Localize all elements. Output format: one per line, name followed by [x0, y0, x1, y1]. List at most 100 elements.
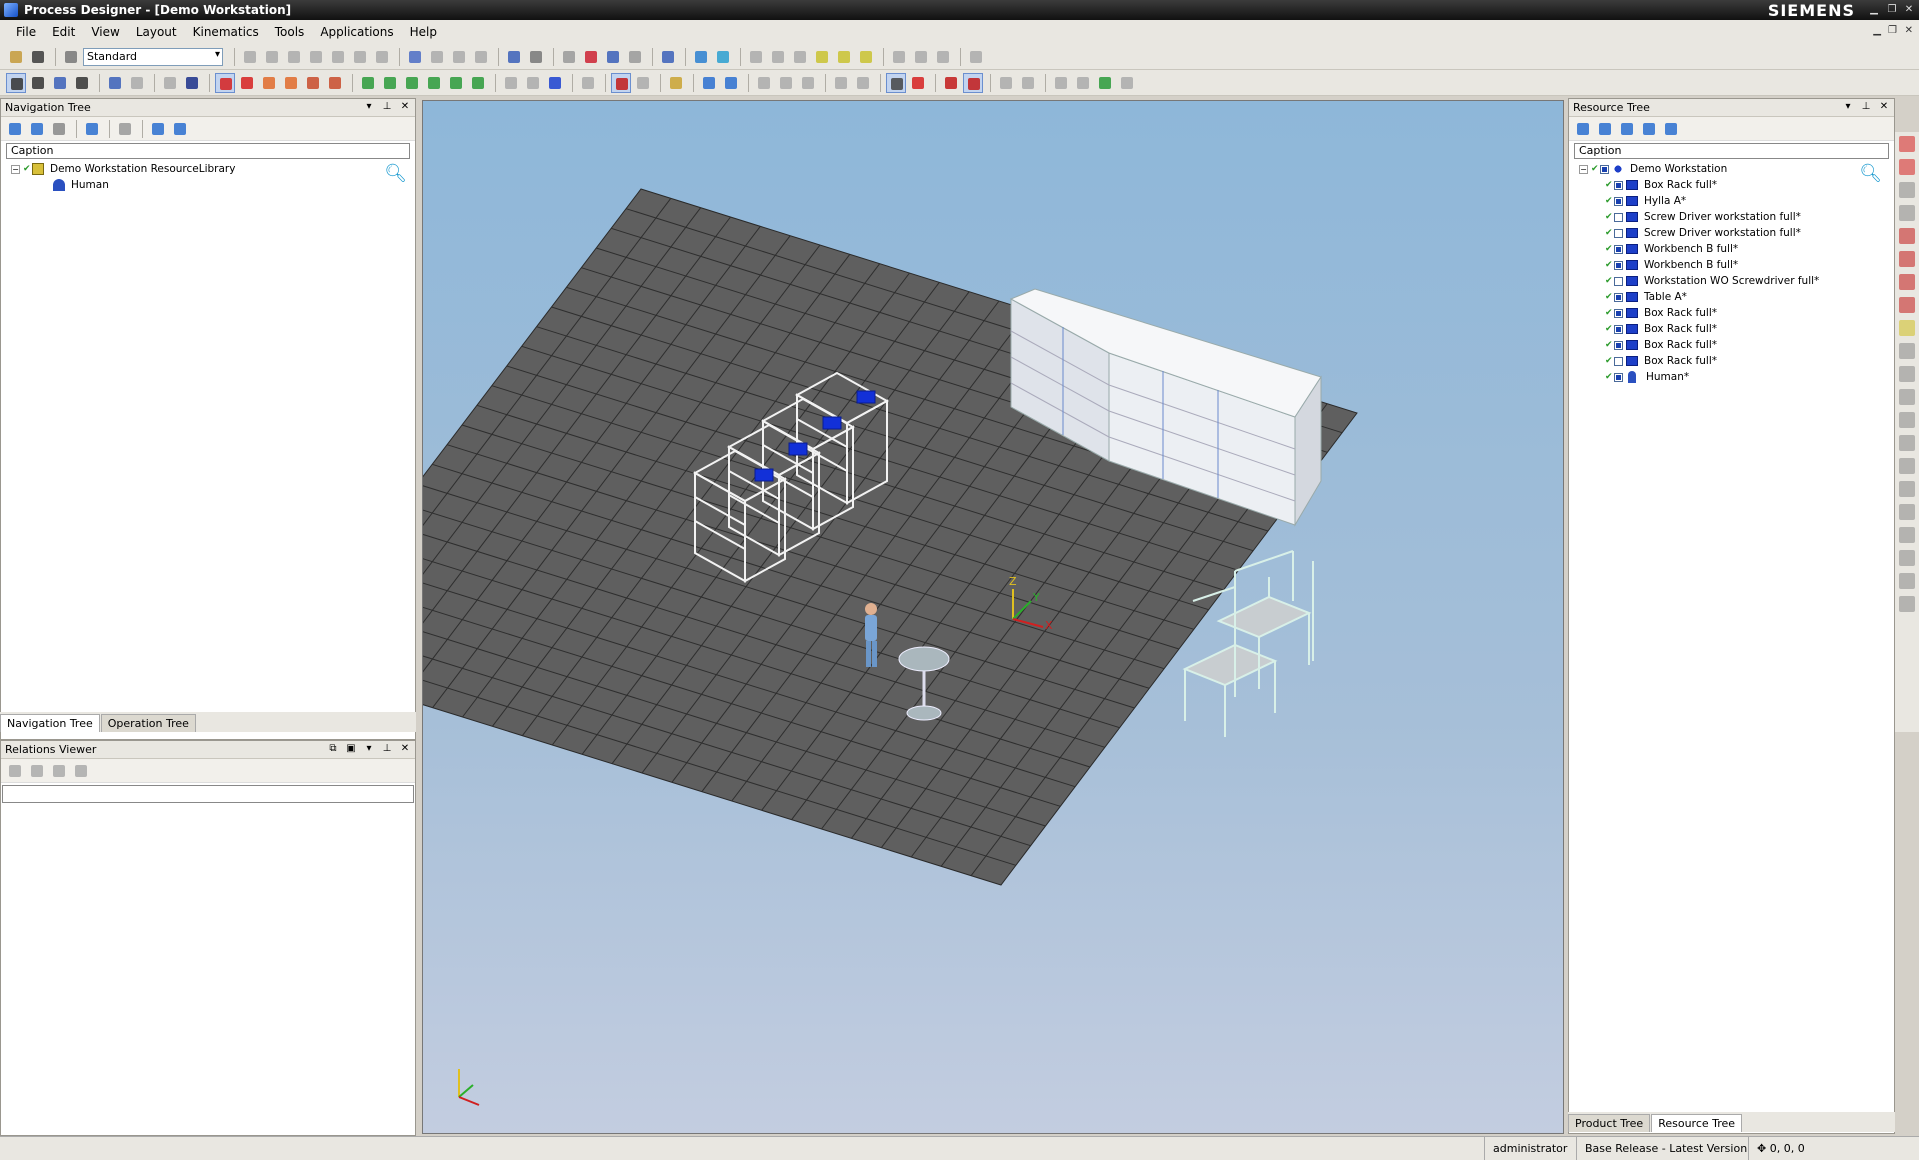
view-top-icon[interactable]: [446, 73, 466, 93]
home-icon[interactable]: [5, 119, 25, 139]
panel-close-icon[interactable]: ✕: [399, 743, 411, 754]
snapshot-icon[interactable]: [1117, 73, 1137, 93]
columns-icon[interactable]: [1595, 119, 1615, 139]
zoom-fit-icon[interactable]: [105, 73, 125, 93]
mdi-restore-icon[interactable]: ❐: [1888, 25, 1897, 36]
tool-7-icon[interactable]: [1899, 481, 1915, 497]
panel-menu-icon[interactable]: ▾: [363, 743, 375, 754]
solid-display-icon[interactable]: [215, 72, 235, 93]
tool-4-icon[interactable]: [1899, 412, 1915, 428]
shaded-icon[interactable]: [237, 73, 257, 93]
open-folder-icon[interactable]: [115, 119, 135, 139]
maximize-icon[interactable]: ❐: [1885, 3, 1899, 16]
tree-row-root[interactable]: − ✔ Demo Workstation ResourceLibrary: [11, 161, 415, 177]
float-icon[interactable]: ⧉: [327, 743, 339, 754]
tab-navigation-tree[interactable]: Navigation Tree: [0, 714, 100, 732]
tree-row-human[interactable]: Human: [11, 177, 415, 193]
wireframe-icon[interactable]: [259, 73, 279, 93]
menu-tools[interactable]: Tools: [275, 25, 305, 39]
open-icon[interactable]: [6, 47, 26, 67]
select-icon[interactable]: [6, 72, 26, 93]
tree-row[interactable]: ✔ Human*: [1579, 369, 1894, 385]
display-mode-icon[interactable]: [886, 72, 906, 93]
vector-icon[interactable]: [1899, 297, 1915, 313]
color-icon[interactable]: [1899, 159, 1915, 175]
pin-icon[interactable]: ⊥: [381, 101, 393, 112]
visibility-checkbox[interactable]: [1614, 244, 1623, 254]
render-icon[interactable]: [1095, 73, 1115, 93]
link-icon[interactable]: [306, 47, 326, 67]
hidden-lines-icon[interactable]: [281, 73, 301, 93]
collapse-icon[interactable]: −: [1579, 164, 1588, 174]
grid-icon[interactable]: [559, 47, 579, 67]
pin-icon[interactable]: ⊥: [381, 743, 393, 754]
robot-icon[interactable]: [746, 47, 766, 67]
visibility-checkbox[interactable]: [1614, 260, 1623, 270]
attach-icon[interactable]: [754, 73, 774, 93]
tree-row[interactable]: ✔ Box Rack full*: [1579, 337, 1894, 353]
tree-row[interactable]: ✔ Hylla A*: [1579, 193, 1894, 209]
fit-all-icon[interactable]: [545, 73, 565, 93]
globe-icon[interactable]: [82, 119, 102, 139]
menu-help[interactable]: Help: [410, 25, 437, 39]
check-all-icon[interactable]: [262, 47, 282, 67]
tool-6-icon[interactable]: [1899, 458, 1915, 474]
visibility-checkbox[interactable]: [1614, 212, 1623, 222]
view-front-icon[interactable]: [358, 73, 378, 93]
measure-icon[interactable]: [303, 73, 323, 93]
rotate-icon[interactable]: [72, 73, 92, 93]
forward-icon[interactable]: [49, 119, 69, 139]
uncheck-icon[interactable]: [284, 47, 304, 67]
sim-forward-icon[interactable]: [1018, 73, 1038, 93]
joint-icon[interactable]: [721, 73, 741, 93]
columns-icon[interactable]: [625, 47, 645, 67]
filter-icon[interactable]: [713, 47, 733, 67]
display-icon[interactable]: [1899, 136, 1915, 152]
minimize-icon[interactable]: ▁: [1867, 3, 1881, 16]
help-icon[interactable]: [856, 47, 876, 67]
visibility-checkbox[interactable]: [1614, 228, 1623, 238]
collapse-icon[interactable]: −: [11, 164, 20, 174]
paste-icon[interactable]: [471, 47, 491, 67]
star-icon[interactable]: [350, 47, 370, 67]
view-right-icon[interactable]: [424, 73, 444, 93]
tree-row[interactable]: ✔ Box Rack full*: [1579, 177, 1894, 193]
caption-column-header[interactable]: Caption: [6, 143, 410, 159]
tree-row[interactable]: ✔ Workstation WO Screwdriver full*: [1579, 273, 1894, 289]
tool-9-icon[interactable]: [1899, 527, 1915, 543]
menu-file[interactable]: File: [16, 25, 36, 39]
camera-icon[interactable]: [182, 73, 202, 93]
detach-icon[interactable]: [776, 73, 796, 93]
blank-icon[interactable]: [501, 73, 521, 93]
viewer-icon[interactable]: [658, 47, 678, 67]
sim-back-icon[interactable]: [996, 73, 1016, 93]
panel-close-icon[interactable]: ✕: [399, 101, 411, 112]
mirror-icon[interactable]: [831, 73, 851, 93]
table-icon[interactable]: [603, 47, 623, 67]
visibility-checkbox[interactable]: [1614, 356, 1623, 366]
view-icon[interactable]: [1899, 205, 1915, 221]
visibility-checkbox[interactable]: [1614, 340, 1623, 350]
show-relation-icon[interactable]: [71, 761, 91, 781]
visibility-checkbox[interactable]: [1614, 324, 1623, 334]
search-icon[interactable]: 🔍︎: [1859, 163, 1882, 184]
back-icon[interactable]: [27, 119, 47, 139]
search-icon[interactable]: 🔍︎: [384, 163, 407, 184]
tool-10-icon[interactable]: [1899, 550, 1915, 566]
unlink-icon[interactable]: [328, 47, 348, 67]
collision-icon[interactable]: [853, 73, 873, 93]
view-iso-icon[interactable]: [468, 73, 488, 93]
zoom-area-icon[interactable]: [127, 73, 147, 93]
tool-8-icon[interactable]: [1899, 504, 1915, 520]
copy-icon[interactable]: [449, 47, 469, 67]
tree-row[interactable]: ✔ Box Rack full*: [1579, 305, 1894, 321]
save-icon[interactable]: [28, 47, 48, 67]
settings-icon[interactable]: [1661, 119, 1681, 139]
visibility-checkbox[interactable]: [1614, 196, 1623, 206]
frame-icon[interactable]: [666, 73, 686, 93]
point-icon[interactable]: [1899, 251, 1915, 267]
tool-3-icon[interactable]: [1899, 389, 1915, 405]
redo-icon[interactable]: [427, 47, 447, 67]
tree-row[interactable]: ✔ Box Rack full*: [1579, 321, 1894, 337]
mdi-close-icon[interactable]: ✕: [1905, 25, 1913, 36]
